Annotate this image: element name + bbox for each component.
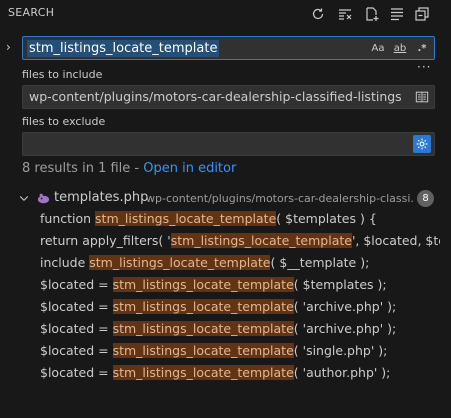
match-highlight: stm_listings_locate_template [112, 277, 294, 292]
match-prefix: $located = [40, 321, 113, 336]
files-to-exclude-input[interactable] [22, 132, 435, 156]
files-to-exclude-label: files to exclude [22, 115, 106, 128]
match-suffix: ( 'archive.php' ); [293, 299, 397, 314]
clear-results-icon [339, 9, 352, 20]
file-path: wp-content/plugins/motors-car-dealership… [146, 192, 414, 205]
collapse-all-icon [415, 7, 429, 21]
panel-title: SEARCH [8, 6, 55, 19]
search-input[interactable]: stm_listings_locate_template Aa ab .* [22, 36, 435, 60]
match-highlight: stm_listings_locate_template [112, 343, 294, 358]
use-regex-toggle[interactable]: .* [413, 40, 431, 57]
match-suffix: ( 'single.php' ); [293, 343, 388, 358]
match-prefix: function [40, 211, 96, 226]
match-suffix: ', $located, $te... [351, 233, 440, 248]
files-to-include-label: files to include [22, 68, 103, 81]
match-line[interactable]: $located = stm_listings_locate_template(… [40, 340, 440, 362]
match-suffix: ( 'author.php' ); [293, 365, 391, 380]
view-as-tree-icon [391, 8, 403, 21]
match-line[interactable]: include stm_listings_locate_template( $_… [40, 252, 440, 274]
match-suffix: ( $templates ); [293, 277, 387, 292]
match-line[interactable]: $located = stm_listings_locate_template(… [40, 296, 440, 318]
match-prefix: return apply_filters( ' [40, 233, 171, 248]
match-prefix: $located = [40, 343, 113, 358]
match-highlight: stm_listings_locate_template [170, 233, 352, 248]
toggle-replace-chevron-icon[interactable]: › [6, 40, 11, 54]
files-to-include-input[interactable]: wp-content/plugins/motors-car-dealership… [22, 85, 435, 109]
collapse-all-button[interactable] [411, 4, 433, 24]
match-line[interactable]: $located = stm_listings_locate_template(… [40, 362, 440, 384]
files-to-include-value: wp-content/plugins/motors-car-dealership… [29, 89, 402, 104]
match-prefix: $located = [40, 365, 113, 380]
search-only-open-editors-icon[interactable] [413, 88, 431, 106]
refresh-button[interactable] [307, 4, 329, 24]
new-search-editor-button[interactable] [361, 4, 383, 24]
match-prefix: $located = [40, 277, 113, 292]
match-suffix: ( $templates ) { [276, 211, 377, 226]
match-highlight: stm_listings_locate_template [89, 255, 271, 270]
match-line[interactable]: $located = stm_listings_locate_template(… [40, 274, 440, 296]
match-line[interactable]: return apply_filters( 'stm_listings_loca… [40, 230, 440, 252]
match-line[interactable]: function stm_listings_locate_template( $… [40, 208, 440, 230]
match-highlight: stm_listings_locate_template [95, 211, 277, 226]
match-highlight: stm_listings_locate_template [112, 321, 294, 336]
chevron-down-icon[interactable] [18, 191, 30, 209]
results-summary: 8 results in 1 file - Open in editor [22, 161, 236, 176]
match-case-toggle[interactable]: Aa [369, 40, 387, 57]
toggle-search-details-icon[interactable]: ··· [417, 60, 431, 74]
use-exclude-settings-icon[interactable] [413, 135, 431, 153]
view-as-tree-button[interactable] [386, 4, 408, 24]
open-in-editor-link[interactable]: Open in editor [143, 161, 236, 176]
match-prefix: $located = [40, 299, 113, 314]
file-name: templates.php [54, 190, 149, 205]
search-query-text: stm_listings_locate_template [27, 40, 220, 57]
match-highlight: stm_listings_locate_template [112, 299, 294, 314]
clear-results-button[interactable] [334, 4, 356, 24]
new-search-editor-icon [366, 7, 379, 21]
results-count-text: 8 results in 1 file - [22, 161, 144, 176]
match-prefix: include [40, 255, 90, 270]
match-suffix: ( $__template ); [270, 255, 370, 270]
match-highlight: stm_listings_locate_template [112, 365, 294, 380]
match-whole-word-toggle[interactable]: ab [391, 40, 409, 57]
refresh-icon [312, 8, 324, 20]
match-count-badge: 8 [417, 190, 434, 207]
file-result-row[interactable]: templates.php wp-content/plugins/motors-… [0, 188, 451, 210]
match-suffix: ( 'archive.php' ); [293, 321, 397, 336]
match-line[interactable]: $located = stm_listings_locate_template(… [40, 318, 440, 340]
